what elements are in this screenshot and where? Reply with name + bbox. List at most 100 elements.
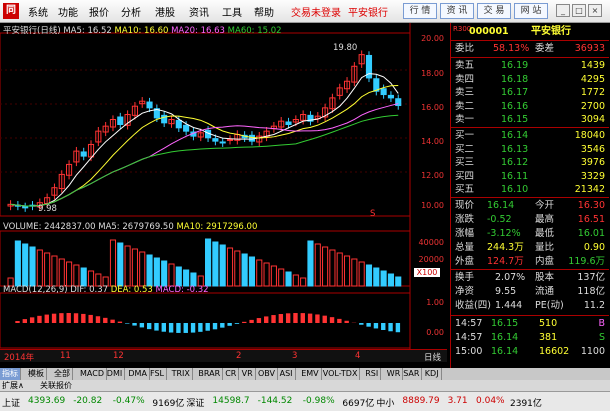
- menu-hk[interactable]: 港股: [155, 4, 175, 19]
- k-line-chart[interactable]: 平安银行(日线) MA5: 16.52 MA10: 16.60 MA20: 16…: [0, 23, 447, 368]
- tab-trix[interactable]: TRIX: [170, 368, 193, 380]
- macd-bar: [235, 323, 239, 324]
- ask-row: 卖一16.153094: [451, 113, 609, 127]
- macd-bar: [81, 314, 85, 323]
- menu-system[interactable]: 系统: [28, 4, 48, 19]
- price-axis-label: 14.00: [410, 137, 444, 146]
- bid-price: 16.11: [501, 170, 528, 184]
- market-button[interactable]: 行 情: [403, 3, 437, 19]
- tab-全部[interactable]: 全部: [52, 368, 73, 380]
- menu-news[interactable]: 资讯: [189, 4, 209, 19]
- weibi-label: 委比: [455, 42, 474, 56]
- bid-volume: 3329: [581, 170, 605, 184]
- macd-bar: [337, 319, 341, 323]
- volume-bar: [308, 241, 313, 286]
- tab-vol-tdx[interactable]: VOL-TDX: [321, 368, 361, 380]
- ext-tab[interactable]: 扩展∧: [2, 380, 24, 391]
- volume-bar: [15, 241, 20, 286]
- tab-dma[interactable]: DMA: [126, 368, 150, 380]
- ask-price: 16.17: [501, 86, 528, 100]
- tick-volume: 381: [539, 331, 557, 345]
- tab-vr[interactable]: VR: [240, 368, 256, 380]
- macd-bar: [154, 323, 158, 331]
- status-item: 14598.7: [212, 396, 249, 406]
- menu-analysis[interactable]: 分析: [121, 4, 141, 19]
- dif-legend: DIF: 0.37: [70, 285, 108, 295]
- bid-row: 买五16.1021342: [451, 183, 609, 197]
- stat-row: 涨跌-0.52最高16.51: [451, 213, 609, 227]
- login-status[interactable]: 交易未登录: [291, 4, 341, 19]
- chart-canvas: [0, 23, 447, 368]
- macd-bar: [206, 323, 210, 331]
- macd-bar: [366, 323, 370, 327]
- tab-dmi[interactable]: DMI: [105, 368, 125, 380]
- ask-price: 16.16: [501, 100, 528, 114]
- date-label: 11: [60, 351, 71, 361]
- stat-value: -0.52: [487, 213, 512, 227]
- tick-flag: 1100: [581, 345, 605, 359]
- tab-macd[interactable]: MACD: [78, 368, 107, 380]
- tab-asi[interactable]: ASI: [278, 368, 296, 380]
- macd-bar: [74, 313, 78, 323]
- tick-volume: 16602: [539, 345, 569, 359]
- volume-bar: [352, 259, 357, 286]
- stat-value: 124.7万: [487, 255, 524, 269]
- tab-指标[interactable]: 指标: [0, 368, 21, 380]
- volume-bar: [344, 256, 349, 286]
- tab-brar[interactable]: BRAR: [196, 368, 223, 380]
- stat-row: 现价16.14今开16.30: [451, 199, 609, 213]
- macd-bar: [359, 323, 363, 325]
- volume-bar: [374, 268, 379, 286]
- macd-bar: [96, 316, 100, 323]
- macd-bar: [227, 323, 231, 326]
- macd-bar: [176, 323, 180, 333]
- tab-kdj[interactable]: KDJ: [423, 368, 442, 380]
- macd-bar: [301, 313, 305, 323]
- tab-fsl[interactable]: FSL: [148, 368, 167, 380]
- volume-bar: [88, 271, 93, 286]
- macd-bar: [191, 323, 195, 333]
- close-icon[interactable]: ×: [588, 4, 602, 17]
- period-label[interactable]: 日线: [424, 351, 441, 363]
- stat-label: 涨幅: [455, 227, 474, 241]
- menu-help[interactable]: 帮助: [254, 4, 274, 19]
- fin-label: 股本: [535, 271, 554, 285]
- news-button[interactable]: 资 讯: [440, 3, 474, 19]
- macd-bar: [279, 314, 283, 323]
- fin-value: 118亿: [577, 285, 605, 299]
- trade-button[interactable]: 交 易: [477, 3, 511, 19]
- tab-emv[interactable]: EMV: [299, 368, 321, 380]
- price-axis-label: 16.00: [410, 103, 444, 112]
- macd-bar: [374, 323, 378, 328]
- bid-volume: 18040: [575, 129, 605, 143]
- tab-模板[interactable]: 模板: [26, 368, 47, 380]
- macd-bar: [169, 323, 173, 333]
- maximize-icon[interactable]: □: [572, 4, 586, 17]
- ext-tab[interactable]: 关联报价: [40, 380, 72, 391]
- website-button[interactable]: 网 站: [514, 3, 548, 19]
- ask-price: 16.19: [501, 59, 528, 73]
- macd-bar: [30, 317, 34, 323]
- weibi-value: 58.13%: [493, 42, 529, 56]
- tab-rsi[interactable]: RSI: [363, 368, 381, 380]
- status-item: 8889.79: [402, 396, 439, 406]
- tab-cr[interactable]: CR: [223, 368, 239, 380]
- volume-axis-label: 20000: [410, 255, 444, 264]
- minimize-icon[interactable]: _: [556, 4, 570, 17]
- volume-bar: [140, 252, 145, 286]
- volume-bar: [301, 278, 306, 286]
- fin-label: 流通: [535, 285, 554, 299]
- candle: [220, 142, 225, 143]
- status-item: -0.47%: [113, 396, 145, 406]
- tab-obv[interactable]: OBV: [256, 368, 278, 380]
- volume-bar: [315, 244, 320, 286]
- menu-tools[interactable]: 工具: [222, 4, 242, 19]
- stock-name: 平安银行: [531, 25, 571, 39]
- volume-bar: [323, 247, 328, 286]
- candle: [81, 152, 86, 156]
- tab-sar[interactable]: SAR: [401, 368, 422, 380]
- status-item: 中小: [376, 396, 394, 409]
- bid-price: 16.13: [501, 143, 528, 157]
- menu-quote[interactable]: 报价: [89, 4, 109, 19]
- menu-function[interactable]: 功能: [58, 4, 78, 19]
